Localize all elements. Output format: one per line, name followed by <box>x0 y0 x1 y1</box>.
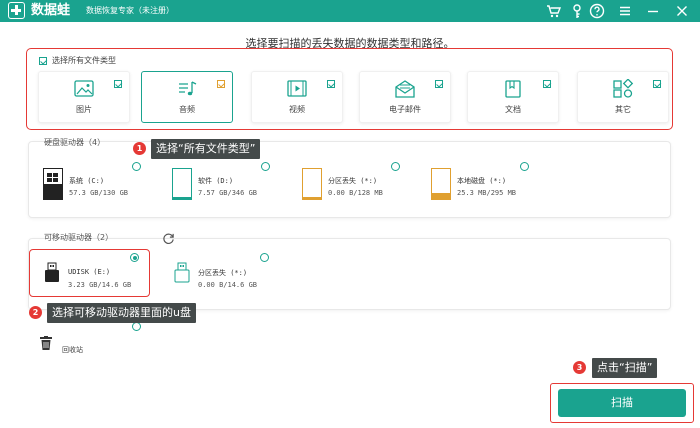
video-icon <box>286 79 308 99</box>
close-icon[interactable] <box>674 3 690 19</box>
type-label-video: 视频 <box>289 105 305 114</box>
drive-name: 软件 (D:) <box>198 177 234 185</box>
type-card-image[interactable]: 图片 <box>38 71 130 123</box>
radio-drive-udisk[interactable] <box>130 253 139 262</box>
cart-icon[interactable] <box>546 3 562 19</box>
type-card-video[interactable]: 视频 <box>251 71 343 123</box>
usb-drive-icon <box>42 260 62 292</box>
recycle-bin-icon[interactable] <box>40 336 52 350</box>
type-label-other: 其它 <box>615 105 631 114</box>
scan-button[interactable]: 扫描 <box>558 389 686 417</box>
radio-drive-d[interactable] <box>261 162 270 171</box>
annotation-number: 2 <box>29 306 42 319</box>
removable-drive-title: 可移动驱动器（2） <box>44 233 114 242</box>
email-icon <box>394 79 416 99</box>
radio-drive-local-disk[interactable] <box>520 162 529 171</box>
refresh-icon[interactable] <box>162 230 175 244</box>
drive-name: 分区丢失 (*:) <box>328 177 378 185</box>
app-subtitle: 数据恢复专家（未注册） <box>86 6 174 15</box>
file-types-panel: 选择所有文件类型 图片 音频 视频 电子邮件 文档 其它 <box>26 48 673 130</box>
menu-icon[interactable] <box>617 3 633 19</box>
type-card-email[interactable]: 电子邮件 <box>359 71 451 123</box>
select-all-checkbox[interactable] <box>39 56 47 65</box>
image-icon <box>73 79 95 99</box>
drive-name: 分区丢失 (*:) <box>198 269 248 277</box>
type-card-other[interactable]: 其它 <box>577 71 669 123</box>
radio-drive-lost-partition[interactable] <box>391 162 400 171</box>
app-brand: 数据蛙 <box>31 3 71 18</box>
drive-size: 0.00 B/14.6 GB <box>198 281 258 289</box>
annotation-number: 1 <box>133 142 146 155</box>
document-icon <box>502 79 524 99</box>
drive-size: 25.3 MB/295 MB <box>457 189 517 197</box>
other-icon <box>612 79 634 99</box>
logo-icon <box>8 2 25 19</box>
recycle-bin-label: 回收站 <box>62 346 83 354</box>
type-checkbox-image[interactable] <box>114 80 122 88</box>
annotation-bubble: 点击“扫描” <box>592 358 658 378</box>
drive-name: 本地磁盘 (*:) <box>457 177 507 185</box>
minimize-icon[interactable] <box>645 3 661 19</box>
type-checkbox-document[interactable] <box>543 80 551 88</box>
annotation-bubble: 选择“所有文件类型” <box>151 139 261 159</box>
radio-drive-usb-lost-partition[interactable] <box>260 253 269 262</box>
type-checkbox-video[interactable] <box>327 80 335 88</box>
title-bar: 数据蛙 数据恢复专家（未注册） <box>0 0 700 22</box>
key-icon[interactable] <box>569 3 585 19</box>
system-drive-icon <box>43 168 63 200</box>
annotation-number: 3 <box>573 361 586 374</box>
drive-size: 3.23 GB/14.6 GB <box>68 281 132 289</box>
drive-name: UDISK (E:) <box>68 268 111 276</box>
usb-drive-icon <box>172 260 192 292</box>
select-all-types[interactable]: 选择所有文件类型 <box>39 55 116 66</box>
type-label-audio: 音频 <box>179 105 195 114</box>
type-card-document[interactable]: 文档 <box>467 71 559 123</box>
local-disk-icon <box>431 168 451 200</box>
type-card-audio[interactable]: 音频 <box>141 71 233 123</box>
drive-size: 57.3 GB/130 GB <box>69 189 129 197</box>
hard-drive-title: 硬盘驱动器（4） <box>44 138 106 147</box>
drive-name: 系统 (C:) <box>69 177 105 185</box>
radio-recycle-bin[interactable] <box>132 322 141 331</box>
drive-size: 7.57 GB/346 GB <box>198 189 258 197</box>
type-checkbox-other[interactable] <box>653 80 661 88</box>
audio-icon <box>176 79 198 99</box>
type-label-image: 图片 <box>76 105 92 114</box>
type-label-document: 文档 <box>505 105 521 114</box>
lost-partition-icon <box>302 168 322 200</box>
type-checkbox-audio[interactable] <box>217 80 225 88</box>
drive-size: 0.00 B/128 MB <box>328 189 383 197</box>
help-icon[interactable] <box>589 3 605 19</box>
select-all-label: 选择所有文件类型 <box>52 56 116 65</box>
annotation-bubble: 选择可移动驱动器里面的u盘 <box>47 303 196 323</box>
type-label-email: 电子邮件 <box>389 105 421 114</box>
type-checkbox-email[interactable] <box>435 80 443 88</box>
drive-icon <box>172 168 192 200</box>
radio-drive-c[interactable] <box>132 162 141 171</box>
